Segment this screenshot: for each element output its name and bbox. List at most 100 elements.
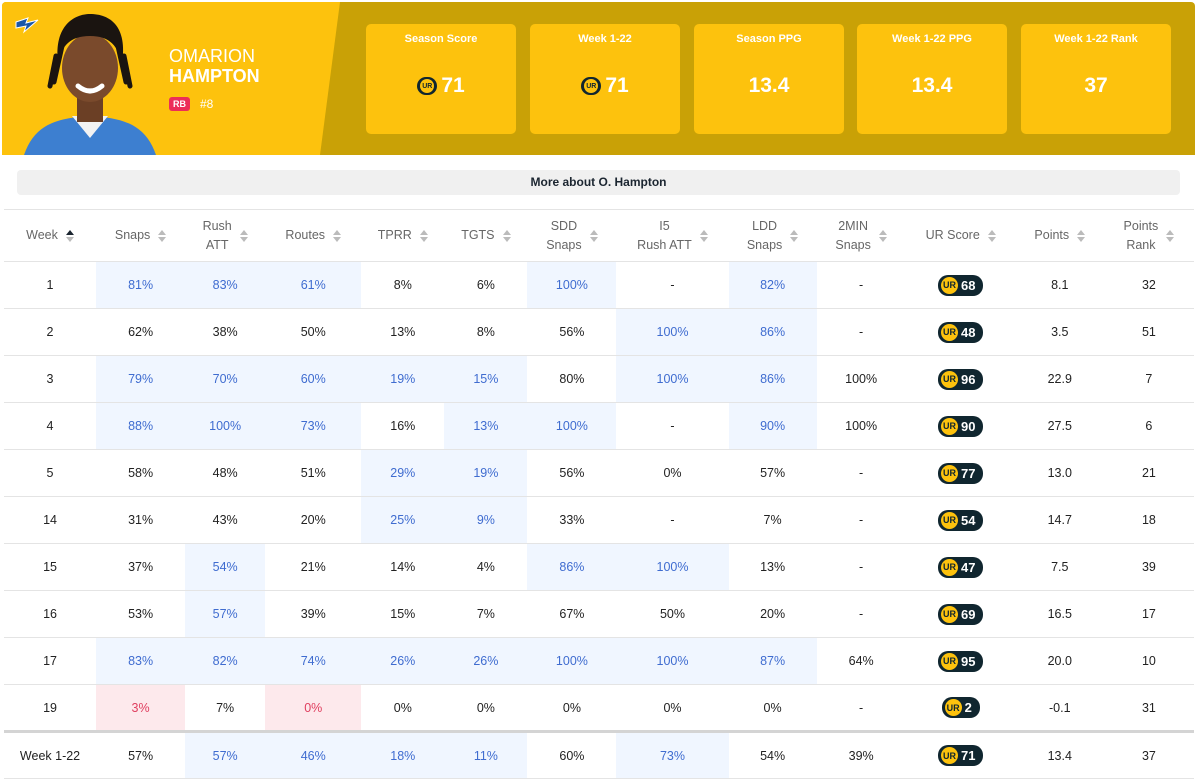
sort-arrows-icon[interactable] <box>158 229 167 242</box>
player-first-name: OMARION <box>169 46 256 66</box>
cell-routes: 61% <box>265 261 362 309</box>
ur-score-value: 71 <box>960 748 976 763</box>
cell-min2: - <box>816 590 906 638</box>
column-header-line2: Rush ATT <box>637 237 692 252</box>
stat-card-label: Week 1-22 PPG <box>892 33 972 45</box>
column-header[interactable]: UR Score <box>905 209 1016 262</box>
cell-min2: - <box>816 449 906 497</box>
ur-score-badge: UR 96 <box>937 368 984 390</box>
column-header[interactable]: Rush ATT <box>185 209 266 262</box>
sort-arrows-icon[interactable] <box>878 229 887 242</box>
cell-sdd: 56% <box>527 308 617 356</box>
column-header[interactable]: TPRR <box>361 209 445 262</box>
ur-score-badge: UR 68 <box>937 274 984 296</box>
column-header[interactable]: I5 Rush ATT <box>616 209 729 262</box>
cell-snaps: 83% <box>96 637 186 685</box>
column-header-line1: SDD <box>550 218 578 233</box>
stat-card-label: Week 1-22 <box>578 33 632 45</box>
sort-arrows-icon[interactable] <box>1166 229 1175 242</box>
cell-routes: 46% <box>265 730 362 779</box>
ur-icon: UR <box>584 79 599 93</box>
cell-tgts: 6% <box>444 261 528 309</box>
column-header-label: Routes <box>285 226 325 245</box>
column-header[interactable]: SDD Snaps <box>527 209 617 262</box>
cell-sdd: 100% <box>527 261 617 309</box>
table-row: 2 62% 38% 50% 13% 8% 56% 100% 86% - UR 48 3.5 51 <box>4 308 1194 356</box>
column-header-label: LDD Snaps <box>747 217 782 255</box>
sort-arrows-icon[interactable] <box>1077 229 1086 242</box>
column-header[interactable]: TGTS <box>444 209 528 262</box>
cell-week: 17 <box>4 637 97 685</box>
column-header-content: 2MIN Snaps <box>835 217 887 255</box>
sort-arrows-icon[interactable] <box>239 229 248 242</box>
cell-rush: 7% <box>185 684 266 732</box>
sort-arrows-icon[interactable] <box>987 229 996 242</box>
cell-ldd: 86% <box>728 308 817 356</box>
column-header[interactable]: 2MIN Snaps <box>816 209 906 262</box>
cell-snaps: 58% <box>96 449 186 497</box>
ur-icon: UR <box>940 652 958 670</box>
ur-score-badge: UR 95 <box>937 650 984 672</box>
ur-score-badge: UR 48 <box>937 321 984 343</box>
sort-arrows-icon[interactable] <box>699 229 708 242</box>
cell-routes: 21% <box>265 543 362 591</box>
column-header-line1: TPRR <box>377 228 412 242</box>
ur-score-badge: UR 2 <box>941 697 980 718</box>
ur-score-badge: UR 77 <box>937 462 984 484</box>
cell-min2: - <box>816 543 906 591</box>
more-about-button[interactable]: More about O. Hampton <box>17 170 1180 195</box>
cell-rank: 31 <box>1103 684 1194 732</box>
ur-logo-icon: UR <box>581 77 602 95</box>
column-header[interactable]: Routes <box>265 209 362 262</box>
cell-tgts: 0% <box>444 684 528 732</box>
cell-snaps: 37% <box>96 543 186 591</box>
column-header-content: Routes <box>285 226 342 245</box>
cell-min2: 39% <box>816 730 906 779</box>
cell-min2: - <box>816 684 906 732</box>
column-header[interactable]: LDD Snaps <box>728 209 817 262</box>
stat-card-label: Week 1-22 Rank <box>1054 33 1138 45</box>
column-header-content: Rush ATT <box>203 217 248 255</box>
cell-i5: 100% <box>616 637 729 685</box>
column-header[interactable]: Week <box>4 209 97 262</box>
ur-icon: UR <box>420 79 435 93</box>
column-header-line1: TGTS <box>461 228 495 242</box>
cell-rush: 54% <box>185 543 266 591</box>
cell-points: 16.5 <box>1015 590 1104 638</box>
column-header-line1: I5 <box>659 218 670 233</box>
column-header[interactable]: Points <box>1015 209 1104 262</box>
cell-snaps: 57% <box>96 730 186 779</box>
cell-routes: 51% <box>265 449 362 497</box>
cell-week: 3 <box>4 355 97 403</box>
column-header-content: Week <box>26 226 74 245</box>
ur-score-value: 69 <box>960 606 976 622</box>
column-header[interactable]: Snaps <box>96 209 186 262</box>
cell-sdd: 86% <box>527 543 617 591</box>
sort-arrows-icon[interactable] <box>589 229 598 242</box>
sort-arrows-icon[interactable] <box>65 229 74 242</box>
sort-arrows-icon[interactable] <box>502 229 511 242</box>
cell-ur: UR 77 <box>905 449 1016 497</box>
column-header-label: Points Rank <box>1124 217 1159 255</box>
column-header-label: 2MIN Snaps <box>835 217 870 255</box>
cell-tprr: 26% <box>361 637 445 685</box>
cell-tgts: 15% <box>444 355 528 403</box>
cell-rush: 38% <box>185 308 266 356</box>
ur-score-value: 96 <box>960 371 976 387</box>
cell-i5: - <box>616 261 729 309</box>
column-header-content: SDD Snaps <box>546 217 598 255</box>
cell-tgts: 4% <box>444 543 528 591</box>
table-row: 17 83% 82% 74% 26% 26% 100% 100% 87% 64% UR 95 20.0 1… <box>4 637 1194 685</box>
sort-arrows-icon[interactable] <box>790 229 799 242</box>
column-header-label: SDD Snaps <box>546 217 581 255</box>
sort-arrows-icon[interactable] <box>333 229 342 242</box>
sort-arrows-icon[interactable] <box>419 229 428 242</box>
column-header[interactable]: Points Rank <box>1103 209 1194 262</box>
cell-i5: - <box>616 402 729 450</box>
cell-week: 19 <box>4 684 97 732</box>
cell-points: 3.5 <box>1015 308 1104 356</box>
cell-snaps: 88% <box>96 402 186 450</box>
cell-ur: UR 95 <box>905 637 1016 685</box>
cell-points: 8.1 <box>1015 261 1104 309</box>
cell-points: -0.1 <box>1015 684 1104 732</box>
